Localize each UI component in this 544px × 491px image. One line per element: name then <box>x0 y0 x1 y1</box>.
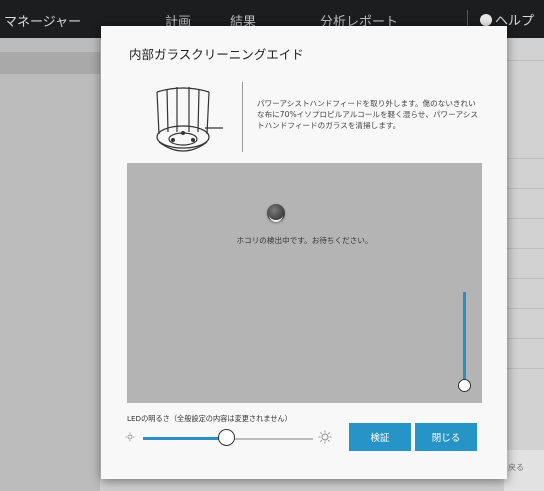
sidebar <box>0 38 100 491</box>
illustration-divider <box>242 82 243 152</box>
led-brightness-slider-handle[interactable] <box>218 429 235 446</box>
list-divider <box>504 158 544 159</box>
list-divider <box>504 60 544 61</box>
brightness-high-icon <box>318 430 332 444</box>
glass-cleaning-dialog: 内部ガラスクリーニングエイド パワーアシストハンドフィードを取り外します。傷のな… <box>101 26 507 479</box>
list-divider <box>504 368 544 369</box>
back-link[interactable]: 戻る <box>508 462 524 473</box>
help-icon <box>480 13 492 26</box>
app-title: マネージャー <box>4 15 82 30</box>
camera-preview <box>127 163 482 403</box>
led-brightness-label: LEDの明るさ（全般設定の内容は変更されません） <box>127 414 292 423</box>
list-divider <box>504 338 544 339</box>
vertical-slider-handle[interactable] <box>458 379 471 392</box>
list-divider <box>504 248 544 249</box>
vertical-slider-track[interactable] <box>463 292 466 386</box>
verify-button[interactable]: 検証 <box>349 423 411 451</box>
list-divider <box>504 188 544 189</box>
led-brightness-slider-fill <box>143 437 225 440</box>
list-divider <box>504 308 544 309</box>
dust-detection-status: ホコリの検出中です。お待ちください。 <box>236 236 373 245</box>
footer-area: 戻る <box>504 450 544 491</box>
close-button[interactable]: 閉じる <box>415 423 477 451</box>
loading-spinner-icon <box>267 204 285 222</box>
right-panel: 戻る <box>504 38 544 491</box>
cleaning-instructions: パワーアシストハンドフィードを取り外します。傷のないきれいな布に70%イソプロピ… <box>257 99 478 130</box>
list-divider <box>504 218 544 219</box>
dialog-title: 内部ガラスクリーニングエイド <box>129 47 304 62</box>
sidebar-selected-item[interactable] <box>0 52 100 74</box>
list-divider <box>504 278 544 279</box>
brightness-low-icon <box>125 432 135 442</box>
power-assist-hand-feed-icon <box>156 87 223 152</box>
